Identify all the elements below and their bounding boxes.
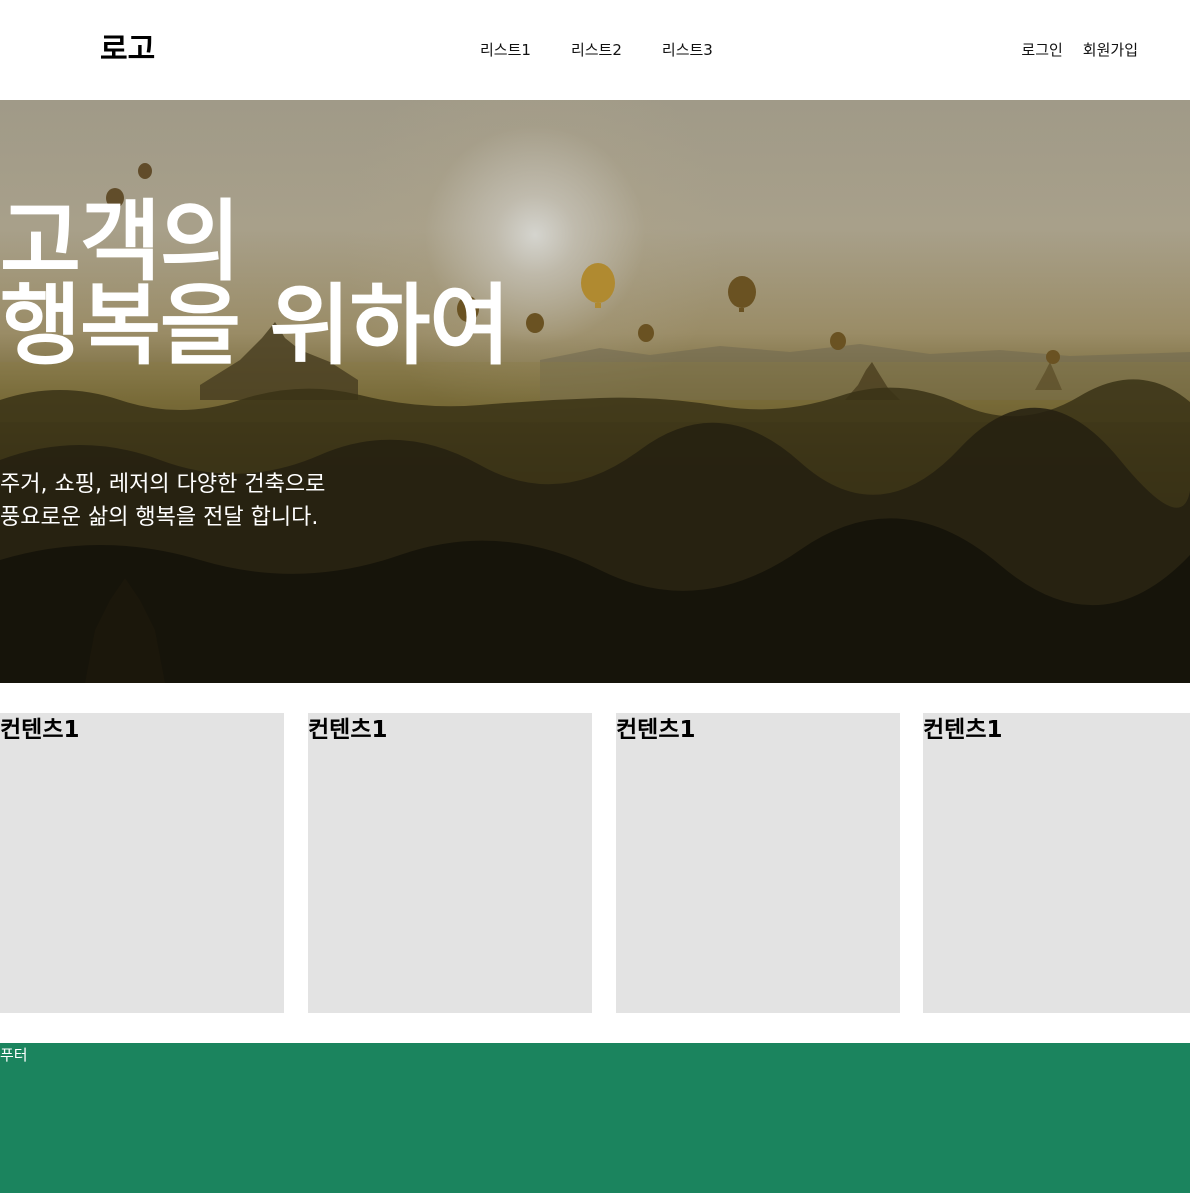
- content-card[interactable]: 컨텐츠1: [923, 713, 1190, 1013]
- content-card[interactable]: 컨텐츠1: [616, 713, 900, 1013]
- login-link[interactable]: 로그인: [1021, 40, 1062, 60]
- hero-title: 고객의 행복을 위하여: [0, 190, 510, 377]
- content-card-title: 컨텐츠1: [923, 717, 1003, 743]
- nav-item-list1[interactable]: 리스트1: [460, 40, 551, 60]
- signup-link[interactable]: 회원가입: [1083, 40, 1138, 60]
- logo[interactable]: 로고: [100, 30, 155, 70]
- nav-item-list3[interactable]: 리스트3: [642, 40, 733, 60]
- auth-links: 로그인 회원가입: [1021, 40, 1138, 60]
- content-card-title: 컨텐츠1: [616, 717, 696, 743]
- hero-background-image: [0, 163, 1190, 683]
- content-cards: 컨텐츠1 컨텐츠1 컨텐츠1 컨텐츠1: [0, 713, 1190, 1013]
- nav-item-list2[interactable]: 리스트2: [551, 40, 642, 60]
- main-nav: 리스트1 리스트2 리스트3: [460, 40, 733, 60]
- site-footer: 푸터: [0, 1043, 1190, 1193]
- footer-text: 푸터: [0, 1046, 28, 1064]
- content-card[interactable]: 컨텐츠1: [0, 713, 284, 1013]
- hero-subtitle: 주거, 쇼핑, 레저의 다양한 건축으로 풍요로운 삶의 행복을 전달 합니다.: [0, 472, 326, 530]
- site-header: 로고 리스트1 리스트2 리스트3 로그인 회원가입: [0, 0, 1190, 100]
- content-card[interactable]: 컨텐츠1: [308, 713, 592, 1013]
- content-card-title: 컨텐츠1: [308, 717, 388, 743]
- content-card-title: 컨텐츠1: [0, 717, 80, 743]
- hero-banner: 고객의 행복을 위하여 주거, 쇼핑, 레저의 다양한 건축으로 풍요로운 삶의…: [0, 100, 1190, 683]
